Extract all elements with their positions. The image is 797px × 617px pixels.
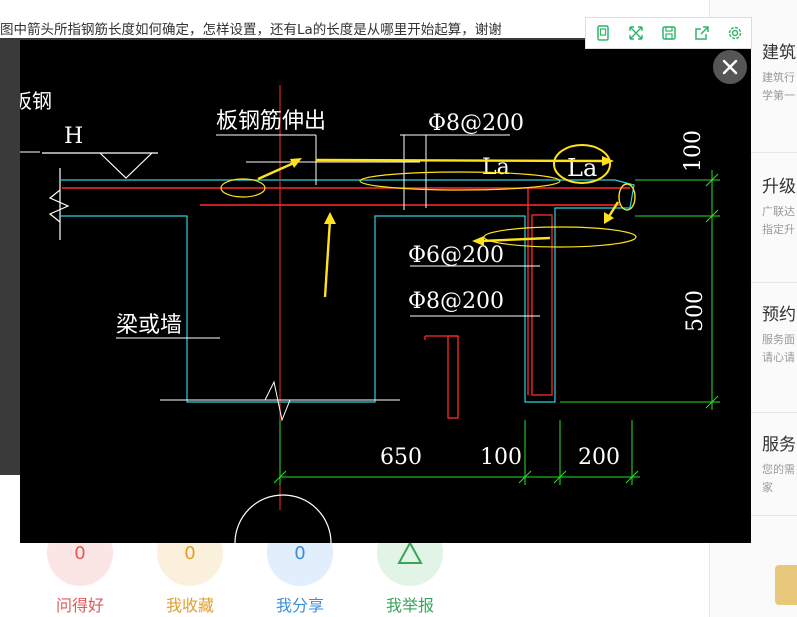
- stat-label: 问得好: [55, 596, 104, 615]
- sidebar-card-desc: 建筑行: [762, 71, 795, 84]
- label-h: H: [64, 124, 83, 149]
- sidebar-card-desc: 家: [762, 481, 773, 494]
- expand-icon[interactable]: [619, 18, 652, 48]
- sidebar-card-desc: 广联达: [762, 205, 795, 218]
- label-stirrup-1: Φ6@200: [408, 243, 504, 268]
- section-mark-bar: [447, 335, 459, 419]
- sidebar-card-3[interactable]: 预约 服务面 请心请: [750, 300, 797, 367]
- label-top-rebar-spec: Φ8@200: [428, 111, 524, 136]
- phone-icon[interactable]: [586, 18, 619, 48]
- label-dim-100-vertical: 100: [681, 130, 706, 172]
- share-icon[interactable]: [685, 18, 718, 48]
- sidebar-card-2[interactable]: 升级 广联达 指定升: [750, 172, 797, 239]
- yellow-arrowheads: [290, 156, 614, 246]
- sidebar-card-desc: 学第一: [762, 89, 795, 102]
- sidebar-card-4[interactable]: 服务 您的需 家: [750, 430, 797, 497]
- sidebar-card-desc: 请心请: [762, 351, 795, 364]
- stat-label: 我举报: [385, 596, 434, 615]
- save-icon[interactable]: [652, 18, 685, 48]
- cad-drawing: 板钢 H 板钢筋伸出 Φ8@200 La La Φ6@200 Φ8@200 梁或…: [20, 85, 720, 543]
- sidebar-logo: [775, 565, 797, 605]
- sidebar-card-desc: 指定升: [762, 223, 795, 236]
- image-viewer[interactable]: 板钢 H 板钢筋伸出 Φ8@200 La La Φ6@200 Φ8@200 梁或…: [20, 40, 751, 543]
- label-la-2: La: [567, 154, 597, 182]
- sidebar-card-desc: 您的需: [762, 463, 795, 476]
- stat-label: 我分享: [275, 596, 324, 615]
- label-dim-200: 200: [578, 445, 620, 470]
- sidebar-divider: [750, 412, 797, 413]
- sidebar-card-title: 建筑: [762, 43, 796, 63]
- axis-bubble: [234, 494, 332, 543]
- sidebar-card-title: 升级: [762, 177, 796, 197]
- beam-stirrup: [531, 214, 553, 396]
- ground-break: [264, 380, 291, 422]
- gear-icon[interactable]: [718, 18, 751, 48]
- left-edge-label: 板钢: [20, 89, 52, 113]
- slab-outline: [60, 179, 635, 403]
- label-dim-100-horizontal: 100: [480, 445, 522, 470]
- dimension-lines: [273, 170, 720, 485]
- question-title: 图中箭头所指钢筋长度如何确定，怎样设置，还有La的长度是从哪里开始起算，谢谢: [0, 22, 502, 38]
- label-stirrup-2: Φ8@200: [408, 289, 504, 314]
- close-button[interactable]: [713, 50, 747, 84]
- viewer-toolbar: [585, 17, 752, 49]
- label-dim-500: 500: [683, 290, 708, 332]
- label-beam-or-wall: 梁或墙: [116, 313, 182, 338]
- break-symbol: [48, 189, 70, 223]
- sidebar-card-title: 服务: [762, 435, 796, 455]
- label-la-1: La: [482, 155, 510, 180]
- sidebar-divider: [750, 152, 797, 153]
- close-icon: [722, 59, 738, 75]
- label-slab-bar-extension: 板钢筋伸出: [216, 109, 326, 134]
- sidebar-card-desc: 服务面: [762, 333, 795, 346]
- elevation-triangle: [99, 152, 153, 179]
- sidebar-divider: [750, 282, 797, 283]
- sidebar-card-1[interactable]: 建筑 建筑行 学第一: [750, 38, 797, 105]
- label-dim-650: 650: [380, 445, 422, 470]
- stat-label: 我收藏: [165, 596, 214, 615]
- sidebar-divider: [750, 515, 797, 516]
- sidebar-card-title: 预约: [762, 305, 796, 325]
